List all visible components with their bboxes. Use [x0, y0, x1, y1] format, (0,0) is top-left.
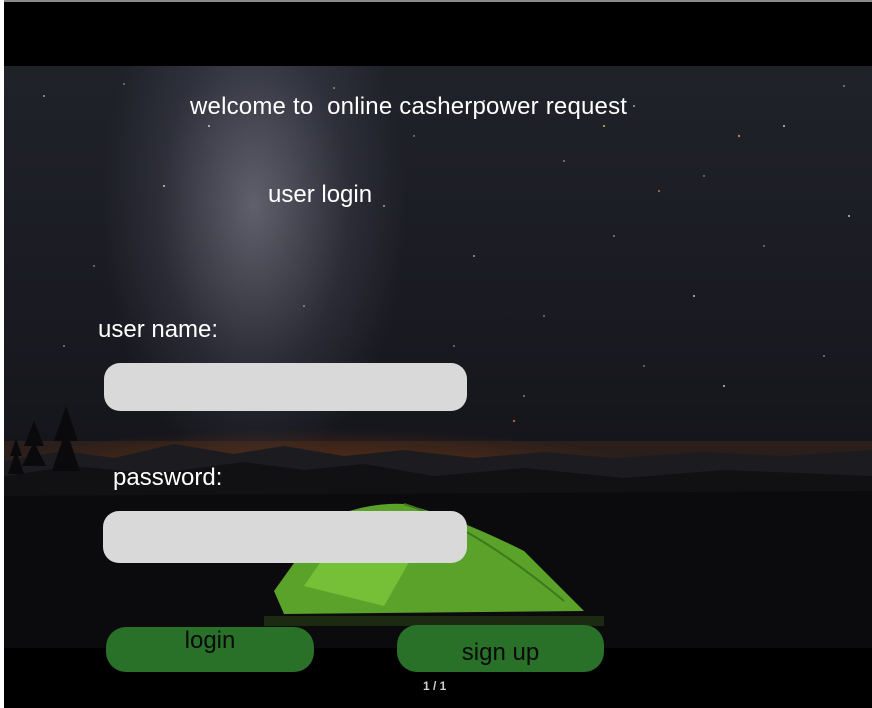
login-button[interactable]: login [106, 627, 314, 672]
window-top-border [4, 0, 872, 2]
username-label: user name: [98, 316, 219, 343]
sign-up-button[interactable]: sign up [397, 625, 604, 672]
username-input[interactable] [104, 363, 467, 411]
login-heading: user login [268, 181, 373, 208]
page-title: welcome to online casherpower request [190, 93, 628, 120]
sign-up-button-label: sign up [461, 638, 540, 666]
password-label: password: [113, 464, 223, 491]
login-button-label: login [184, 626, 236, 654]
page-indicator: 1 / 1 [423, 679, 447, 693]
password-input[interactable] [103, 511, 467, 563]
pine-trees [8, 406, 80, 474]
